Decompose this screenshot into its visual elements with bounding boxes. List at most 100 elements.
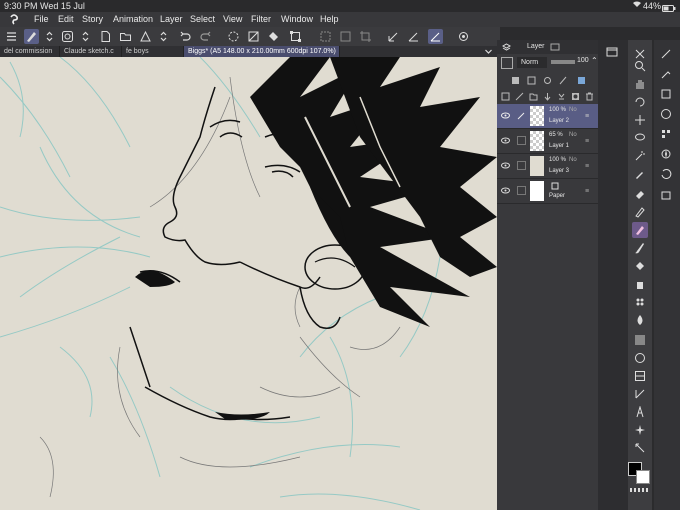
hamburger-menu-icon[interactable] (4, 29, 19, 44)
layer-row-paper[interactable]: Paper ≡ (497, 179, 598, 204)
menu-file[interactable]: File (34, 12, 49, 27)
decoration-icon[interactable] (632, 294, 648, 310)
drag-handle-icon[interactable]: ≡ (585, 138, 589, 145)
drawing-canvas[interactable] (0, 57, 497, 510)
frame-border-icon[interactable] (632, 368, 648, 384)
snap-special-ruler-icon[interactable] (428, 29, 443, 44)
eyedropper-icon[interactable] (632, 166, 648, 182)
chevron-updown-icon[interactable] (42, 29, 57, 44)
panel-toggle-icon[interactable] (606, 44, 618, 62)
lasso-icon[interactable] (632, 130, 648, 146)
menu-help[interactable]: Help (320, 12, 339, 27)
open-folder-icon[interactable] (118, 29, 133, 44)
color-wheel-icon[interactable] (658, 106, 674, 122)
tab-biggs[interactable]: Biggs* (A5 148.00 x 210.00mm 600dpi 107.… (184, 46, 340, 57)
text-icon[interactable] (632, 404, 648, 420)
layer-row-layer-3[interactable]: 100 % No Layer 3 ≡ (497, 154, 598, 179)
brush-icon[interactable] (632, 240, 648, 256)
tab-label: fe boys (126, 48, 149, 55)
eye-icon[interactable] (501, 187, 510, 196)
undo-icon[interactable] (178, 29, 193, 44)
drag-handle-icon[interactable]: ≡ (585, 163, 589, 170)
zoom-icon[interactable] (632, 58, 648, 74)
tab-fe-boys[interactable]: fe boys (122, 46, 184, 57)
fill-bucket-icon[interactable] (632, 258, 648, 274)
drag-handle-icon[interactable]: ≡ (585, 188, 589, 195)
menu-window[interactable]: Window (281, 12, 313, 27)
navigator-icon[interactable] (658, 146, 674, 162)
blend-icon[interactable] (632, 312, 648, 328)
loading-spinner-icon[interactable] (226, 29, 241, 44)
eye-icon[interactable] (501, 112, 510, 121)
layer-name: Layer 3 (549, 168, 570, 174)
magic-wand-icon[interactable] (632, 148, 648, 164)
deselect-icon[interactable] (318, 29, 333, 44)
tool-property-icon[interactable] (658, 86, 674, 102)
layer-tab-alt-icon[interactable] (550, 43, 560, 53)
brush-size-icon[interactable] (658, 46, 674, 62)
transparent-color-icon[interactable] (630, 488, 648, 492)
pen-pressure-icon[interactable] (658, 66, 674, 82)
ruler-icon[interactable] (632, 386, 648, 402)
save-icon[interactable] (138, 29, 153, 44)
move-icon[interactable] (632, 112, 648, 128)
pen-icon[interactable] (632, 204, 648, 220)
menu-layer[interactable]: Layer (160, 12, 183, 27)
menu-animation[interactable]: Animation (113, 12, 153, 27)
hand-icon[interactable] (632, 76, 648, 92)
sub-color-swatch[interactable] (636, 470, 650, 484)
color-set-icon[interactable] (658, 126, 674, 142)
gradient-icon[interactable] (632, 332, 648, 348)
redo-icon[interactable] (198, 29, 213, 44)
history-icon[interactable] (658, 166, 674, 182)
tab-del-commission[interactable]: del commission (0, 46, 60, 57)
layer-row-layer-1[interactable]: 65 % No Layer 1 ≡ (497, 129, 598, 154)
clear-layer-icon[interactable] (246, 29, 261, 44)
tab-label: del commission (4, 48, 53, 55)
layer-check[interactable] (517, 186, 526, 195)
layer-thumbnail (530, 131, 544, 151)
rotate-icon[interactable] (632, 94, 648, 110)
layer-panel: Layer Norm 100 ⌃ 100 % No Layer 2 ≡ 65 %… (497, 40, 598, 510)
settings-gear-icon[interactable] (456, 29, 471, 44)
opacity-slider[interactable] (551, 60, 575, 64)
airbrush-icon[interactable] (632, 276, 648, 292)
blend-mode-swatch[interactable] (501, 57, 513, 69)
menu-view[interactable]: View (223, 12, 242, 27)
material-icon[interactable] (658, 186, 674, 202)
transform-icon[interactable] (288, 29, 303, 44)
crop-icon[interactable] (358, 29, 373, 44)
opacity-value[interactable]: 100 (577, 57, 589, 64)
menu-select[interactable]: Select (190, 12, 215, 27)
layer-mode: No (569, 107, 577, 113)
menu-edit[interactable]: Edit (58, 12, 74, 27)
blend-mode-select[interactable]: Norm (517, 57, 547, 68)
figure-icon[interactable] (632, 350, 648, 366)
tab-claude-sketch[interactable]: Claude sketch.c (60, 46, 122, 57)
layer-target-icon[interactable] (60, 29, 75, 44)
eye-icon[interactable] (501, 162, 510, 171)
menu-filter[interactable]: Filter (251, 12, 271, 27)
ruler-pen-icon[interactable] (386, 29, 401, 44)
menu-story[interactable]: Story (82, 12, 103, 27)
eye-icon[interactable] (501, 137, 510, 146)
layer-tab-label[interactable]: Layer (527, 43, 545, 50)
eraser-icon[interactable] (632, 186, 648, 202)
snap-ruler-icon[interactable] (406, 29, 421, 44)
fill-icon[interactable] (266, 29, 281, 44)
balloon-icon[interactable] (632, 422, 648, 438)
pen-edit-icon (517, 112, 525, 122)
new-file-icon[interactable] (98, 29, 113, 44)
invert-selection-icon[interactable] (338, 29, 353, 44)
sub-tool-column (598, 40, 628, 510)
pen-tool-mode-icon[interactable] (24, 29, 39, 44)
layer-row-layer-2[interactable]: 100 % No Layer 2 ≡ (497, 104, 598, 129)
pencil-icon[interactable] (632, 222, 648, 238)
chevron-updown-icon-3[interactable] (156, 29, 171, 44)
chevron-updown-icon-2[interactable] (78, 29, 93, 44)
layer-check[interactable] (517, 136, 526, 145)
correct-line-icon[interactable] (632, 440, 648, 456)
layer-check[interactable] (517, 161, 526, 170)
opacity-stepper[interactable]: ⌃ (591, 56, 598, 65)
drag-handle-icon[interactable]: ≡ (585, 113, 589, 120)
